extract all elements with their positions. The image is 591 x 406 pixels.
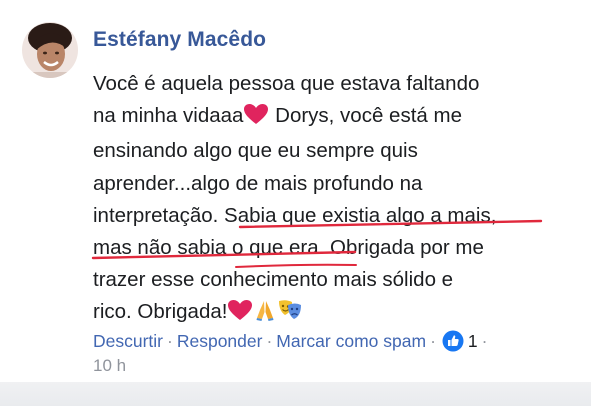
comment-line: Você é aquela pessoa que estava faltando	[93, 72, 480, 95]
theater-masks-icon	[277, 298, 303, 332]
separator: ·	[481, 331, 488, 351]
like-count[interactable]: 1	[468, 331, 478, 351]
comment-line: trazer esse conhecimento mais sólido e	[93, 268, 454, 292]
comment-line: na minha vidaaa Dorys, você está me	[93, 100, 573, 135]
comment-actions: Descurtir · Responder · Marcar como spam · 1 ·	[93, 330, 491, 357]
like-reaction-icon[interactable]	[442, 330, 464, 357]
comment-line: mas não sabia o que era. Obrigada por me	[93, 236, 484, 260]
avatar-image	[22, 22, 78, 78]
comment-item: Estéfany Macêdo Você é aquela pessoa que…	[0, 0, 591, 406]
heart-emoji-icon	[243, 103, 269, 135]
comment-text: Você é aquela pessoa que estava faltando…	[93, 68, 573, 333]
author-name[interactable]: Estéfany Macêdo	[93, 28, 266, 52]
comment-line: ensinando algo que eu sempre quis	[93, 139, 418, 163]
separator: ·	[266, 331, 273, 351]
heart-emoji-icon	[227, 299, 253, 331]
comment-line: interpretação. Sabia que existia algo a …	[93, 203, 497, 227]
comment-line: rico. Obrigada!	[93, 296, 573, 332]
separator: ·	[430, 331, 436, 351]
mark-as-spam-link[interactable]: Marcar como spam	[276, 331, 426, 351]
comment-line: aprender...algo de mais profundo na	[93, 171, 423, 195]
comment-timestamp[interactable]: 10 h	[93, 356, 126, 376]
bottom-divider	[0, 382, 591, 406]
praying-hands-icon	[253, 298, 277, 332]
separator: ·	[167, 331, 173, 351]
author-avatar[interactable]	[22, 22, 78, 78]
reply-link[interactable]: Responder	[177, 331, 263, 351]
unlike-link[interactable]: Descurtir	[93, 331, 163, 351]
